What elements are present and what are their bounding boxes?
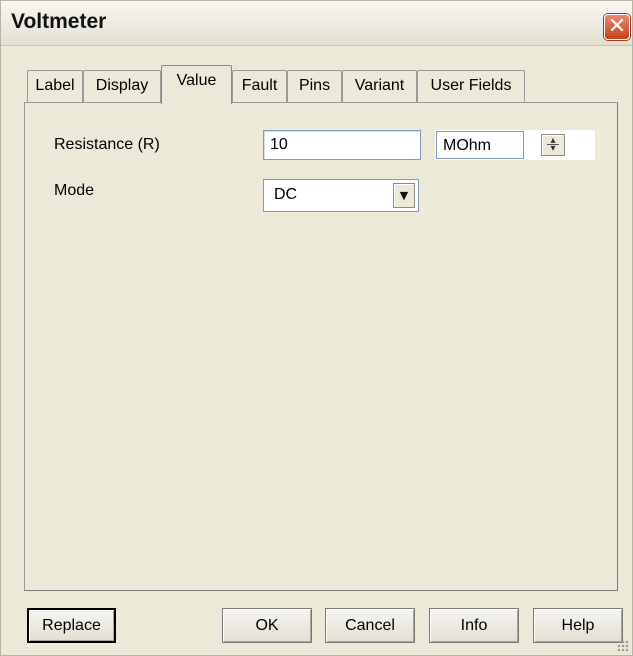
tab-display[interactable]: Display [83, 70, 161, 102]
info-button[interactable]: Info [429, 608, 519, 643]
resistance-unit-value: MOhm [436, 131, 524, 159]
help-button[interactable]: Help [533, 608, 623, 643]
mode-label: Mode [54, 182, 95, 199]
tab-fault[interactable]: Fault [232, 70, 287, 102]
close-button[interactable]: ✕ [604, 14, 630, 40]
dialog-title: Voltmeter [11, 10, 107, 33]
tab-label[interactable]: Label [27, 70, 83, 102]
replace-button[interactable]: Replace [27, 608, 116, 643]
voltmeter-dialog: Voltmeter ✕ Label Display Value Fault Pi… [0, 0, 633, 656]
chevron-down-icon[interactable]: ▼ [393, 183, 415, 208]
spin-updown-icon[interactable]: ▴ ▾ [541, 134, 565, 156]
tab-variant[interactable]: Variant [342, 70, 417, 102]
cancel-button[interactable]: Cancel [325, 608, 415, 643]
mode-select[interactable]: DC ▼ [263, 179, 419, 212]
close-icon: ✕ [607, 14, 627, 39]
tab-pins[interactable]: Pins [287, 70, 342, 102]
resistance-label: Resistance (R) [54, 136, 160, 153]
value-tab-panel: Resistance (R) 10 MOhm ▴ ▾ Mode DC ▼ [24, 102, 618, 591]
resistance-unit-field[interactable]: MOhm ▴ ▾ [435, 130, 595, 160]
resize-grip-icon[interactable] [617, 640, 629, 652]
tab-user-fields[interactable]: User Fields [417, 70, 525, 102]
title-bar[interactable]: Voltmeter ✕ [1, 1, 632, 46]
mode-selected-value: DC [274, 186, 298, 203]
tab-value[interactable]: Value [161, 65, 232, 104]
resistance-input[interactable]: 10 [263, 130, 421, 160]
ok-button[interactable]: OK [222, 608, 312, 643]
